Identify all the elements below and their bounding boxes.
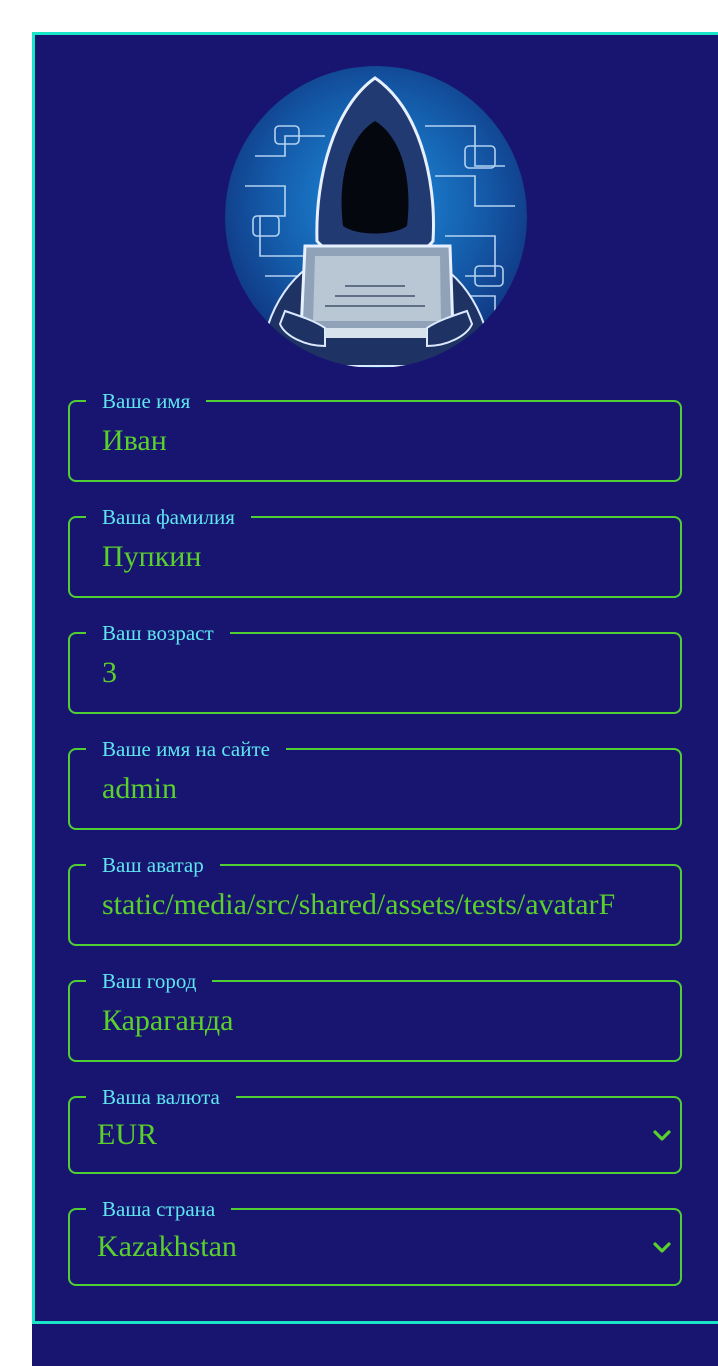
city-input[interactable]: Караганда [102,1002,664,1040]
currency-value[interactable]: EUR [97,1116,634,1154]
age-input[interactable]: 3 [102,654,664,692]
age-label: Ваш возраст [86,620,230,646]
country-select[interactable]: Ваша страна Kazakhstan [68,1196,682,1286]
chevron-down-icon[interactable] [652,1126,672,1146]
city-label: Ваш город [86,968,213,994]
chevron-down-icon[interactable] [652,1238,672,1258]
username-input[interactable]: admin [102,770,664,808]
last-name-input[interactable]: Пупкин [102,538,664,576]
username-label: Ваше имя на сайте [86,736,286,762]
first-name-label: Ваше имя [86,388,207,414]
avatar-url-input[interactable]: static/media/src/shared/assets/tests/ava… [102,886,664,924]
username-field[interactable]: Ваше имя на сайте admin [68,736,682,830]
hacker-avatar-image [225,66,527,368]
avatar-url-field[interactable]: Ваш аватар static/media/src/shared/asset… [68,852,682,946]
age-field[interactable]: Ваш возраст 3 [68,620,682,714]
currency-label: Ваша валюта [86,1084,236,1110]
profile-card: Ваше имя Иван Ваша фамилия Пупкин Ваш во… [32,32,718,1366]
first-name-input[interactable]: Иван [102,422,664,460]
last-name-field[interactable]: Ваша фамилия Пупкин [68,504,682,598]
country-label: Ваша страна [86,1196,232,1222]
city-field[interactable]: Ваш город Караганда [68,968,682,1062]
country-value[interactable]: Kazakhstan [97,1228,634,1266]
last-name-label: Ваша фамилия [86,504,251,530]
avatar [225,66,527,368]
avatar-url-label: Ваш аватар [86,852,220,878]
currency-select[interactable]: Ваша валюта EUR [68,1084,682,1174]
first-name-field[interactable]: Ваше имя Иван [68,388,682,482]
